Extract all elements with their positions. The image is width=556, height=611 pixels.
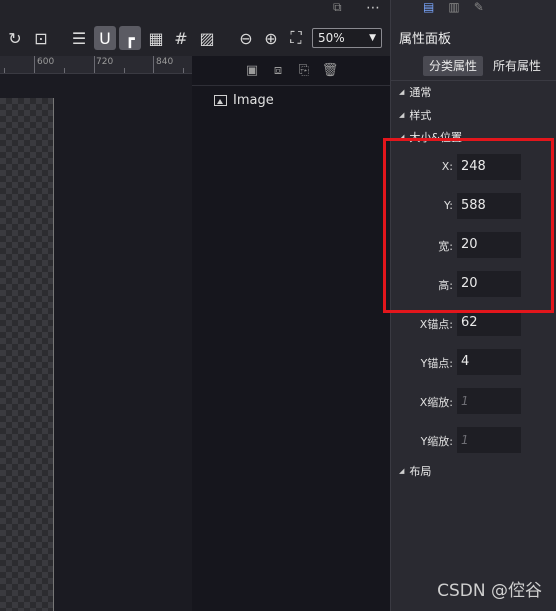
scale-y-input[interactable]: 1 <box>457 427 521 453</box>
section-layout[interactable]: ◢ 布局 <box>399 463 431 479</box>
field-label: Y锚点: <box>420 357 453 370</box>
zoom-select[interactable]: 50% ▼ <box>312 28 382 48</box>
panel-title: 属性面板 <box>399 32 452 47</box>
field-anchor-y: Y锚点: 4 <box>391 349 556 375</box>
canvas-area[interactable] <box>0 74 192 611</box>
panel-switcher: ▤ ▥ ✎ <box>423 0 484 14</box>
hash-grid-icon[interactable]: # <box>170 26 192 50</box>
editor-window: ⧉ ⋯ ↻ ⊡ ☰ U ┏ ▦ # ▨ ⊖ ⊕ ⛶ 50% ▼ 600 720 … <box>0 0 556 611</box>
preview-icon[interactable]: ⧉ <box>333 0 342 15</box>
grid-icon[interactable]: ▦ <box>145 26 167 50</box>
toolbar: ⧉ ⋯ ↻ ⊡ ☰ U ┏ ▦ # ▨ ⊖ ⊕ ⛶ 50% ▼ <box>0 0 392 56</box>
database-icon[interactable]: ☰ <box>68 26 90 50</box>
layer-item-image[interactable]: Image <box>214 93 274 108</box>
properties-tab-icon[interactable]: ▤ <box>423 0 434 14</box>
layers-panel: ▣ ⧈ ⎘ 🗑 Image <box>192 56 390 611</box>
more-options-icon[interactable]: ⋯ <box>366 0 380 16</box>
refresh-icon[interactable]: ↻ <box>4 26 26 50</box>
ruler-label: 840 <box>156 57 174 67</box>
ruler-tick <box>183 68 184 73</box>
section-label: 布局 <box>409 465 432 478</box>
field-label: X锚点: <box>419 318 453 331</box>
section-general[interactable]: ◢ 通常 <box>399 84 431 100</box>
anchor-x-input[interactable]: 62 <box>457 310 521 336</box>
snap-corner-icon[interactable]: ┏ <box>119 26 141 50</box>
anchor-y-input[interactable]: 4 <box>457 349 521 375</box>
field-anchor-x: X锚点: 62 <box>391 310 556 336</box>
collapse-triangle-icon: ◢ <box>399 88 405 96</box>
transparent-canvas[interactable] <box>0 98 54 611</box>
section-style[interactable]: ◢ 样式 <box>399 107 431 123</box>
layer-label: Image <box>233 93 274 108</box>
image-icon <box>214 95 227 106</box>
zoom-value: 50% <box>318 31 345 45</box>
ruler-tick <box>153 56 154 73</box>
zoom-out-icon[interactable]: ⊖ <box>235 26 257 50</box>
canvas-edge <box>53 98 54 611</box>
divider <box>391 80 556 81</box>
fit-screen-icon[interactable]: ⛶ <box>285 26 307 50</box>
highlight-annotation-box <box>383 138 554 313</box>
field-scale-y: Y缩放: 1 <box>391 427 556 453</box>
delete-icon[interactable]: 🗑 <box>322 62 339 78</box>
watermark: CSDN @倥谷 <box>437 581 542 601</box>
lock-image-icon[interactable]: ⊡ <box>30 26 52 50</box>
resource-tab-icon[interactable]: ▥ <box>448 0 459 14</box>
chevron-down-icon: ▼ <box>369 33 376 43</box>
tab-all-props[interactable]: 所有属性 <box>487 56 547 76</box>
ruler-tick <box>94 56 95 73</box>
tab-category-props[interactable]: 分类属性 <box>423 56 484 76</box>
ungroup-icon[interactable]: ⧈ <box>270 62 286 78</box>
ruler-tick <box>124 68 125 73</box>
ruler-tick <box>4 68 5 73</box>
collapse-triangle-icon: ◢ <box>399 467 405 475</box>
image-check-icon[interactable]: ▨ <box>196 26 218 50</box>
field-label: Y缩放: <box>420 435 453 448</box>
group-icon[interactable]: ▣ <box>244 62 260 78</box>
ruler-tick <box>64 68 65 73</box>
copy-icon[interactable]: ⎘ <box>296 62 312 78</box>
field-label: X缩放: <box>419 396 453 409</box>
feather-icon[interactable]: ✎ <box>474 0 484 14</box>
layers-toolbar: ▣ ⧈ ⎘ 🗑 <box>244 62 338 82</box>
props-tabs: 分类属性 所有属性 <box>423 56 547 78</box>
ruler-label: 720 <box>96 57 114 67</box>
divider <box>192 85 390 86</box>
field-scale-x: X缩放: 1 <box>391 388 556 414</box>
zoom-in-icon[interactable]: ⊕ <box>260 26 282 50</box>
horizontal-ruler: 600 720 840 <box>0 56 192 74</box>
ruler-tick <box>34 56 35 73</box>
magnet-icon[interactable]: U <box>94 26 116 50</box>
section-label: 样式 <box>409 109 432 122</box>
collapse-triangle-icon: ◢ <box>399 111 405 119</box>
ruler-label: 600 <box>37 57 55 67</box>
section-label: 通常 <box>409 86 432 99</box>
scale-x-input[interactable]: 1 <box>457 388 521 414</box>
